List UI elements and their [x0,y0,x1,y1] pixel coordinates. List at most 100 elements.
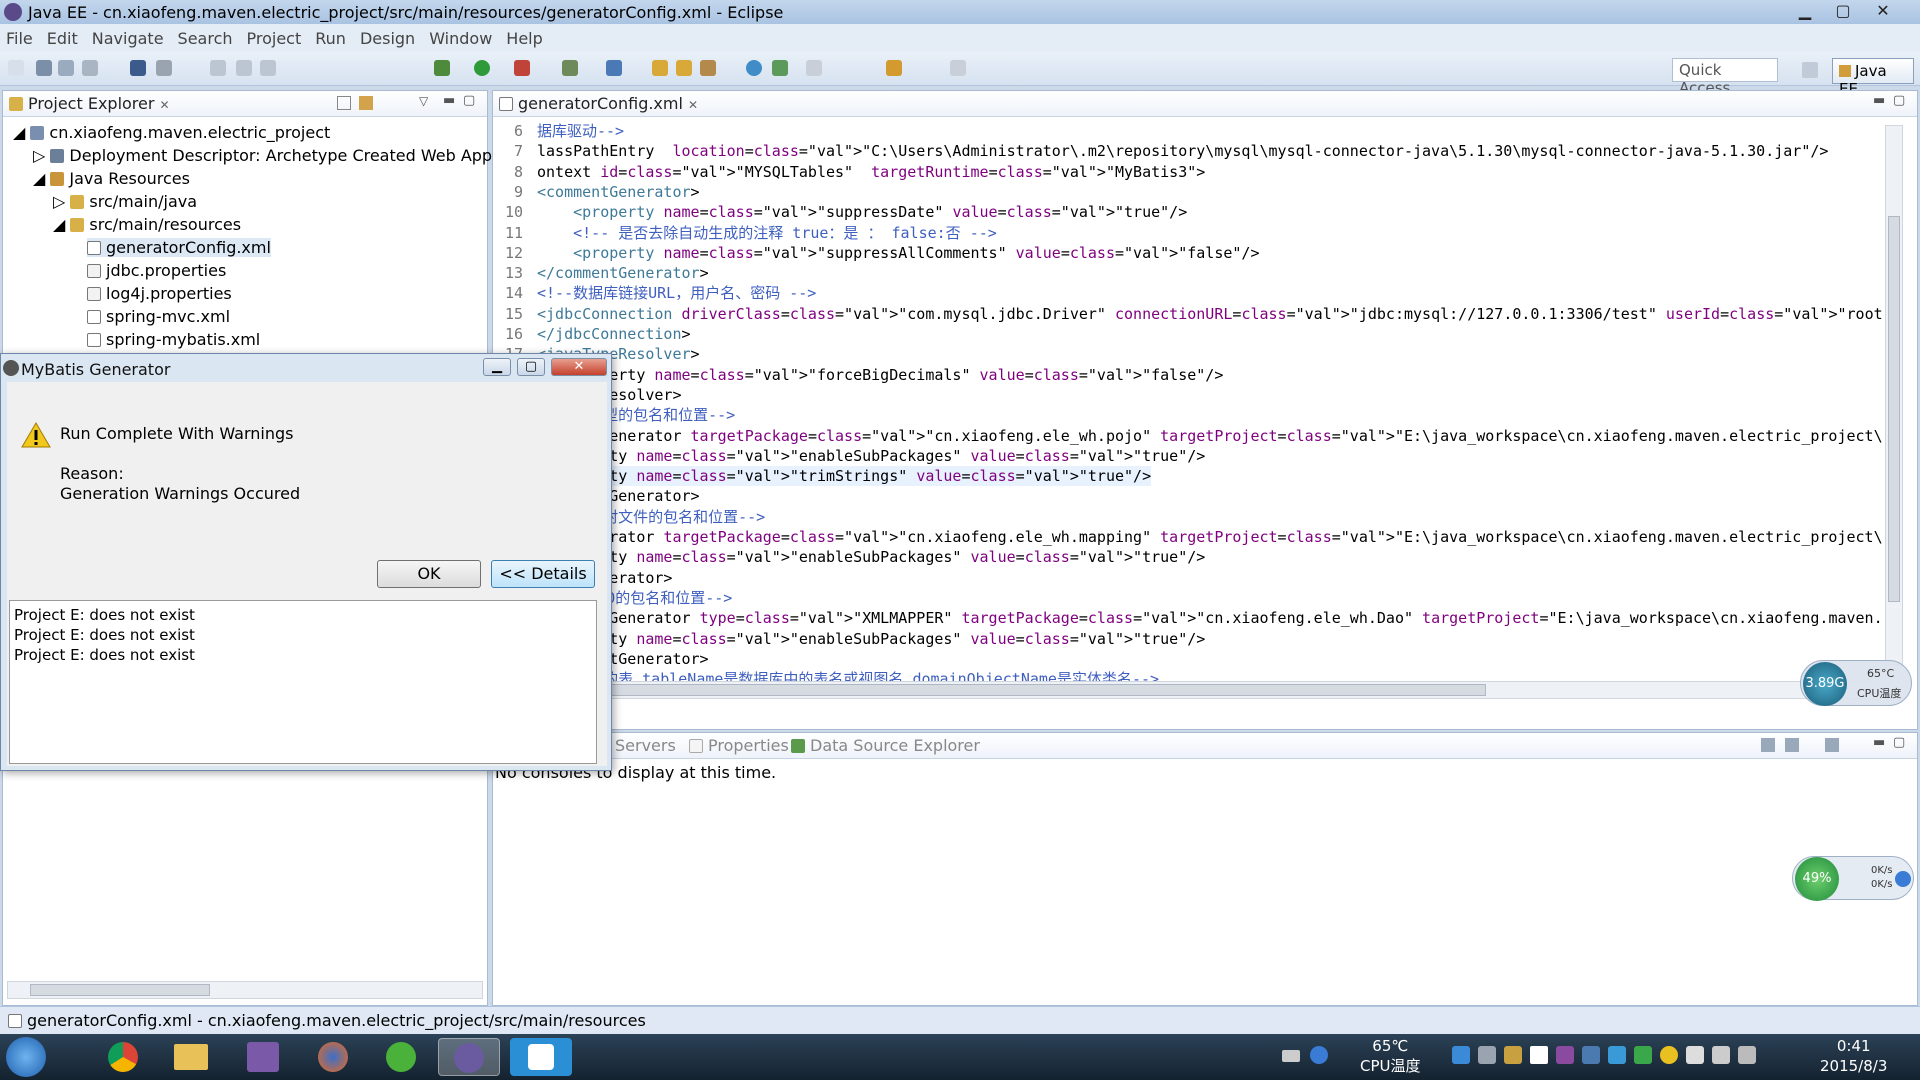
tray-windows-icon[interactable] [1530,1046,1548,1064]
tray-display-icon[interactable] [1478,1046,1496,1064]
tray-volume-icon[interactable] [1712,1046,1730,1064]
tray-clock[interactable]: 0:41 2015/8/3 [1820,1036,1887,1076]
firefox-taskbar-button[interactable] [302,1038,364,1076]
app-taskbar-button[interactable] [370,1038,432,1076]
debug-icon[interactable] [434,60,450,76]
dialog-close-button[interactable]: ✕ [551,358,607,376]
explorer-horizontal-scrollbar[interactable] [7,981,483,999]
resume-icon[interactable] [210,60,226,76]
code-line[interactable]: 9 <commentGenerator> [493,182,700,202]
display-console-icon[interactable] [1785,738,1799,752]
qq-taskbar-button[interactable] [510,1038,572,1076]
scrollbar-thumb[interactable] [1888,216,1900,602]
code-line[interactable]: 8 ontext id=class="val">"MYSQLTables" tar… [493,162,1205,182]
tray-keyboard-icon[interactable] [1282,1050,1300,1062]
ok-button[interactable]: OK [377,560,481,588]
explorer-taskbar-button[interactable] [160,1038,222,1076]
code-line[interactable]: 11 <!-- 是否去除自动生成的注释 true：是 ： false:否 --> [493,223,997,243]
tray-color-icon[interactable] [1556,1046,1574,1064]
maximize-icon[interactable]: ▢ [1826,0,1860,22]
open-type-icon[interactable] [652,60,668,76]
maximize-view-icon[interactable]: ▢ [1893,93,1905,108]
tray-plus-icon[interactable] [1660,1046,1678,1064]
details-text-area[interactable]: Project E: does not exist Project E: doe… [9,600,597,764]
tree-project-root[interactable]: ◢ cn.xiaofeng.maven.electric_project [13,123,330,142]
menu-edit[interactable]: Edit [47,29,78,48]
tab-data-source-explorer[interactable]: Data Source Explorer [791,736,980,755]
dialog-minimize-button[interactable]: ▁ [483,358,511,376]
java-ee-perspective-button[interactable]: Java EE [1832,58,1914,98]
scrollbar-thumb[interactable] [520,684,1486,696]
maximize-view-icon[interactable]: ▢ [463,93,475,108]
code-line[interactable]: 10 <property name=class="val">"suppressD… [493,202,1187,222]
open-perspective-icon[interactable] [1802,62,1818,78]
tray-chart-icon[interactable] [1608,1046,1626,1064]
minimize-view-icon[interactable]: ▬ [1873,93,1885,108]
menu-design[interactable]: Design [360,29,415,48]
dialog-maximize-button[interactable]: ▢ [517,358,545,376]
tray-shield-icon[interactable] [1634,1046,1652,1064]
tree-deployment-descriptor[interactable]: ▷ Deployment Descriptor: Archetype Creat… [33,146,520,165]
tray-help-icon[interactable] [1310,1046,1328,1064]
back-icon[interactable] [886,60,902,76]
minimize-icon[interactable]: ▁ [1788,0,1822,22]
coverage-icon[interactable] [514,60,530,76]
code-line[interactable]: 16 </jdbcConnection> [493,324,691,344]
details-button[interactable]: << Details [491,560,595,588]
editor-vertical-scrollbar[interactable] [1885,125,1903,665]
memory-gauge-widget[interactable]: 3.89G 65°C CPU温度 [1800,660,1912,706]
code-line[interactable]: delGenerator targetPackage=class="val">"… [493,426,1883,446]
tree-src-main-resources[interactable]: ◢ src/main/resources [53,215,241,234]
editor-tab-generatorconfig[interactable]: generatorConfig.xml ✕ [499,94,698,113]
tree-java-resources[interactable]: ◢ Java Resources [33,169,190,188]
skip-breakpoints-icon[interactable] [156,60,172,76]
code-line[interactable]: 14 <!--数据库链接URL，用户名、密码 --> [493,283,816,303]
code-line[interactable]: ientGenerator type=class="val">"XMLMAPPE… [493,608,1883,628]
menu-help[interactable]: Help [506,29,542,48]
tray-signal-icon[interactable] [1738,1046,1756,1064]
tray-app-icon[interactable] [1452,1046,1470,1064]
code-line[interactable]: 12 <property name=class="val">"suppressA… [493,243,1260,263]
tree-file-spring-mybatis[interactable]: spring-mybatis.xml [87,330,260,349]
code-line[interactable]: 7 lassPathEntry location=class="val">"C:\… [493,141,1828,161]
code-area[interactable]: 6 据库驱动--> 7 lassPathEntry location=class="v… [493,121,1883,701]
suspend-icon[interactable] [236,60,252,76]
code-line[interactable]: 15 <jdbcConnection driverClass=class="val… [493,304,1883,324]
maximize-view-icon[interactable]: ▢ [1893,735,1905,750]
code-line[interactable]: 13 </commentGenerator> [493,263,709,283]
minimize-view-icon[interactable]: ▬ [1873,735,1885,750]
tree-file-generatorconfig[interactable]: generatorConfig.xml [87,238,271,257]
link-editor-icon[interactable] [359,96,373,110]
tree-file-log4j-properties[interactable]: log4j.properties [87,284,232,303]
new-server-icon[interactable] [606,60,622,76]
open-console-icon[interactable] [1761,738,1775,752]
tray-icons[interactable] [1452,1046,1772,1066]
chrome-taskbar-button[interactable] [92,1038,154,1076]
save-icon[interactable] [36,60,52,76]
tray-network-icon[interactable] [1582,1046,1600,1064]
menu-search[interactable]: Search [178,29,233,48]
code-line[interactable]: 6 据库驱动--> [493,121,624,141]
run-icon[interactable] [474,60,490,76]
menu-project[interactable]: Project [247,29,302,48]
code-line[interactable]: Generator targetPackage=class="val">"cn.… [493,527,1883,547]
annotation-icon[interactable] [772,60,788,76]
tray-device-icon[interactable] [1686,1046,1704,1064]
view-menu-icon[interactable]: ▽ [419,94,428,108]
menu-navigate[interactable]: Navigate [92,29,164,48]
network-gauge-widget[interactable]: 49% 0K/s 0K/s [1792,856,1914,901]
tray-user-icon[interactable] [1504,1046,1522,1064]
open-folder-icon[interactable] [676,60,692,76]
tree-file-spring-mvc[interactable]: spring-mvc.xml [87,307,230,326]
close-tab-icon[interactable]: ✕ [160,98,170,112]
menu-file[interactable]: File [6,29,33,48]
tray-cpu-temp[interactable]: 65℃ CPU温度 [1360,1036,1421,1076]
expand-icon[interactable] [1895,871,1911,887]
tab-properties[interactable]: Properties [689,736,789,755]
forward-icon[interactable] [950,60,966,76]
collapse-all-icon[interactable] [337,96,351,110]
terminate-icon[interactable] [260,60,276,76]
project-explorer-tab[interactable]: Project Explorer ✕ [9,94,170,113]
save-all-icon[interactable] [58,60,74,76]
terminal-icon[interactable] [130,60,146,76]
